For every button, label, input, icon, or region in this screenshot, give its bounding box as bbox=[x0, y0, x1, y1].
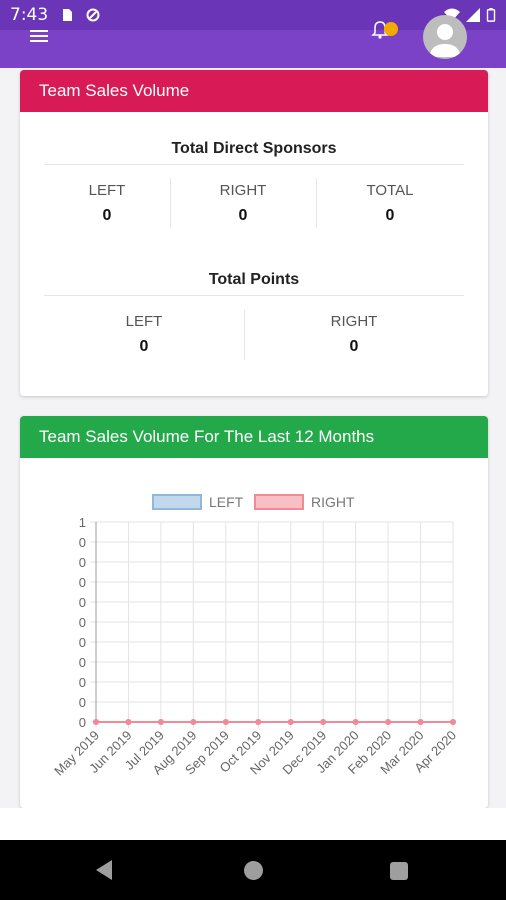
sponsors-left-value: 0 bbox=[102, 207, 112, 224]
back-icon[interactable] bbox=[96, 860, 112, 880]
home-icon[interactable] bbox=[244, 861, 263, 880]
avatar[interactable] bbox=[423, 15, 467, 59]
data-point bbox=[287, 719, 294, 725]
data-point bbox=[352, 719, 359, 725]
y-tick-label: 0 bbox=[79, 655, 86, 670]
sponsors-total-value: 0 bbox=[385, 207, 395, 224]
data-point bbox=[190, 719, 197, 725]
legend-swatch bbox=[152, 494, 202, 510]
sd-card-icon bbox=[63, 9, 72, 21]
sponsors-right-value: 0 bbox=[238, 207, 248, 224]
card-header: Team Sales Volume bbox=[20, 70, 488, 112]
data-point bbox=[450, 719, 456, 725]
status-time: 7:43 bbox=[10, 5, 49, 25]
legend-swatch bbox=[254, 494, 304, 510]
points-left-value: 0 bbox=[139, 338, 149, 355]
card-header: Team Sales Volume For The Last 12 Months bbox=[20, 416, 488, 458]
data-point bbox=[93, 719, 99, 725]
legend-label: LEFT bbox=[209, 494, 244, 510]
y-tick-label: 0 bbox=[79, 615, 86, 630]
notification-badge bbox=[384, 22, 398, 36]
y-tick-label: 0 bbox=[79, 595, 86, 610]
battery-icon bbox=[486, 8, 496, 22]
sponsors-total-label: TOTAL bbox=[366, 182, 414, 199]
y-tick-label: 0 bbox=[79, 535, 86, 550]
points-left: LEFT 0 bbox=[44, 313, 244, 356]
sponsors-right-label: RIGHT bbox=[219, 182, 267, 199]
legend-label: RIGHT bbox=[311, 494, 355, 510]
user-avatar-icon bbox=[429, 24, 461, 57]
menu-icon[interactable] bbox=[30, 30, 48, 42]
y-tick-label: 0 bbox=[79, 695, 86, 710]
signal-icon bbox=[466, 8, 480, 22]
points-right-label: RIGHT bbox=[330, 313, 378, 330]
y-tick-label: 0 bbox=[79, 555, 86, 570]
points-left-label: LEFT bbox=[125, 313, 163, 330]
data-point bbox=[385, 719, 392, 725]
y-tick-label: 0 bbox=[79, 675, 86, 690]
data-point bbox=[320, 719, 327, 725]
data-point bbox=[157, 719, 164, 725]
sponsors-left: LEFT 0 bbox=[44, 182, 170, 225]
points-right-value: 0 bbox=[349, 338, 359, 355]
direct-sponsors-title: Total Direct Sponsors bbox=[44, 140, 464, 165]
sync-icon bbox=[86, 8, 100, 22]
sales-line-chart: LEFT RIGHT10000000000May 2019Jun 2019Jul … bbox=[51, 494, 459, 778]
y-tick-label: 0 bbox=[79, 715, 86, 730]
y-tick-label: 0 bbox=[79, 575, 86, 590]
monthly-sales-chart-card: Team Sales Volume For The Last 12 Months… bbox=[20, 416, 488, 808]
data-point bbox=[417, 719, 424, 725]
y-tick-label: 1 bbox=[79, 515, 86, 530]
data-point bbox=[222, 719, 229, 725]
y-tick-label: 0 bbox=[79, 635, 86, 650]
team-sales-volume-card: Team Sales Volume Total Direct Sponsors … bbox=[20, 70, 488, 396]
sponsors-total: TOTAL 0 bbox=[316, 182, 464, 225]
points-right: RIGHT 0 bbox=[244, 313, 464, 356]
sponsors-right: RIGHT 0 bbox=[170, 182, 316, 225]
data-point bbox=[125, 719, 132, 725]
sponsors-left-label: LEFT bbox=[88, 182, 126, 199]
data-point bbox=[255, 719, 262, 725]
bottom-strip bbox=[0, 808, 506, 840]
recents-icon[interactable] bbox=[390, 862, 408, 880]
total-points-title: Total Points bbox=[44, 271, 464, 296]
